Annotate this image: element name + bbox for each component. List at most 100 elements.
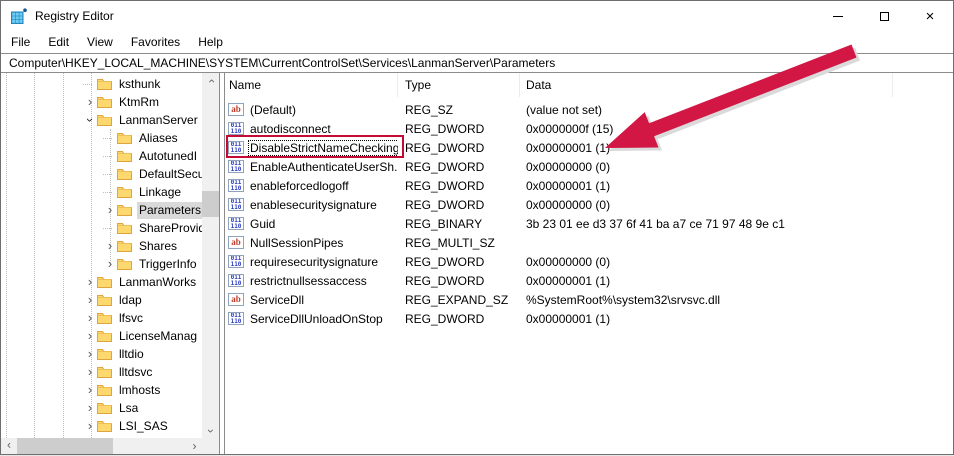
- tree-item-lfsvc[interactable]: ›lfsvc: [1, 309, 202, 327]
- tree-item-licensemanag[interactable]: › LicenseManag: [1, 327, 202, 345]
- dword-icon-text: 110: [231, 205, 242, 211]
- tree-item-lmhosts[interactable]: › lmhosts: [1, 381, 202, 399]
- menu-item-file[interactable]: File: [2, 32, 39, 52]
- tree-item-label: LicenseManag: [117, 328, 200, 345]
- tree-item-aliases[interactable]: Aliases: [1, 129, 202, 147]
- folder-icon: [117, 240, 132, 252]
- folder-icon: [117, 186, 132, 198]
- chevron-right-icon[interactable]: ›: [83, 419, 97, 433]
- value-row[interactable]: 011110requiresecuritysignatureREG_DWORD0…: [225, 252, 953, 271]
- tree-item-lanmanserver[interactable]: ›LanmanServer: [1, 111, 202, 129]
- menu-item-favorites[interactable]: Favorites: [122, 32, 189, 52]
- tree-item-ksthunk[interactable]: ksthunk: [1, 75, 202, 93]
- scroll-left-icon[interactable]: ›: [1, 438, 16, 454]
- value-name-cell: 011110EnableAuthenticateUserSh...: [225, 160, 398, 174]
- tree-item-lsa[interactable]: › Lsa: [1, 399, 202, 417]
- tree-item-label: lmhosts: [117, 382, 163, 399]
- menu-item-view[interactable]: View: [78, 32, 122, 52]
- close-button[interactable]: ×: [907, 1, 953, 31]
- column-header-data[interactable]: Data: [520, 73, 893, 97]
- value-type: REG_DWORD: [398, 312, 520, 326]
- title-bar[interactable]: Registry Editor ×: [1, 1, 953, 31]
- tree-item-lltdio[interactable]: ›lltdio: [1, 345, 202, 363]
- close-icon: ×: [926, 9, 935, 24]
- value-data: %SystemRoot%\system32\srvsvc.dll: [520, 293, 953, 307]
- main-area: ksthunk›KtmRm›LanmanServerAliasesAutotun…: [1, 73, 953, 454]
- values-pane: Name Type Data ab(Default)REG_SZ(value n…: [224, 73, 953, 454]
- tree-item-label: TriggerInfo: [137, 256, 200, 273]
- dword-icon-text: 110: [231, 148, 242, 154]
- value-data: 0x00000000 (0): [520, 255, 953, 269]
- column-header-type[interactable]: Type: [398, 73, 520, 97]
- minimize-button[interactable]: [815, 1, 861, 31]
- chevron-right-icon[interactable]: ›: [103, 203, 117, 217]
- value-row[interactable]: abServiceDllREG_EXPAND_SZ%SystemRoot%\sy…: [225, 290, 953, 309]
- tree-item-label: LanmanWorks: [117, 274, 199, 291]
- value-list: ab(Default)REG_SZ(value not set)011110au…: [225, 100, 953, 328]
- tree-vertical-scrollbar[interactable]: › ›: [202, 73, 219, 438]
- chevron-right-icon[interactable]: ›: [83, 293, 97, 307]
- value-name-cell: 011110Guid: [225, 217, 398, 231]
- menu-item-help[interactable]: Help: [189, 32, 232, 52]
- value-row[interactable]: 011110enablesecuritysignatureREG_DWORD0x…: [225, 195, 953, 214]
- tree-item-autotunedi[interactable]: AutotunedI: [1, 147, 202, 165]
- value-name: EnableAuthenticateUserSh...: [248, 160, 398, 174]
- column-header-name[interactable]: Name: [225, 73, 398, 97]
- tree-item-shares[interactable]: ›Shares: [1, 237, 202, 255]
- folder-icon: [117, 258, 132, 270]
- chevron-right-icon[interactable]: ›: [83, 401, 97, 415]
- value-name: requiresecuritysignature: [248, 255, 380, 269]
- chevron-right-icon[interactable]: ›: [103, 257, 117, 271]
- tree-item-ldap[interactable]: ›ldap: [1, 291, 202, 309]
- chevron-right-icon[interactable]: ›: [83, 275, 97, 289]
- value-row[interactable]: abNullSessionPipesREG_MULTI_SZ: [225, 233, 953, 252]
- maximize-button[interactable]: [861, 1, 907, 31]
- value-row[interactable]: ab(Default)REG_SZ(value not set): [225, 100, 953, 119]
- chevron-right-icon[interactable]: ›: [83, 365, 97, 379]
- value-name-cell: 011110requiresecuritysignature: [225, 255, 398, 269]
- vertical-scroll-thumb[interactable]: [202, 191, 219, 217]
- value-type: REG_DWORD: [398, 141, 520, 155]
- tree-item-lltdsvc[interactable]: ›lltdsvc: [1, 363, 202, 381]
- tree-item-triggerinfo[interactable]: › TriggerInfo: [1, 255, 202, 273]
- dword-value-icon: 011110: [228, 141, 244, 154]
- value-row[interactable]: 011110ServiceDllUnloadOnStopREG_DWORD0x0…: [225, 309, 953, 328]
- chevron-right-icon[interactable]: ›: [103, 239, 117, 253]
- value-row[interactable]: 011110EnableAuthenticateUserSh...REG_DWO…: [225, 157, 953, 176]
- menu-item-edit[interactable]: Edit: [39, 32, 78, 52]
- value-row[interactable]: 011110autodisconnectREG_DWORD0x0000000f …: [225, 119, 953, 138]
- dword-value-icon: 011110: [228, 122, 244, 135]
- tree-item-lanmanworks[interactable]: › LanmanWorks: [1, 273, 202, 291]
- tree-item-ktmrm[interactable]: ›KtmRm: [1, 93, 202, 111]
- window-title: Registry Editor: [35, 9, 114, 23]
- string-value-icon: ab: [228, 236, 244, 249]
- tree-horizontal-scrollbar[interactable]: › ›: [1, 438, 202, 454]
- scroll-right-icon[interactable]: ›: [187, 438, 202, 454]
- value-name-cell: 011110restrictnullsessaccess: [225, 274, 398, 288]
- scroll-up-icon[interactable]: ›: [202, 73, 219, 88]
- value-type: REG_SZ: [398, 103, 520, 117]
- tree-item-parameters[interactable]: ›Parameters: [1, 201, 202, 219]
- tree-connector: [103, 174, 112, 175]
- value-row[interactable]: 011110DisableStrictNameCheckingREG_DWORD…: [225, 138, 953, 157]
- address-bar[interactable]: Computer\HKEY_LOCAL_MACHINE\SYSTEM\Curre…: [1, 53, 953, 73]
- tree-item-defaultsecu[interactable]: DefaultSecu: [1, 165, 202, 183]
- chevron-right-icon[interactable]: ›: [83, 329, 97, 343]
- dword-icon-text: 110: [231, 262, 242, 268]
- value-row[interactable]: 011110GuidREG_BINARY3b 23 01 ee d3 37 6f…: [225, 214, 953, 233]
- tree-item-label: Lsa: [117, 400, 141, 417]
- value-row[interactable]: 011110restrictnullsessaccessREG_DWORD0x0…: [225, 271, 953, 290]
- chevron-right-icon[interactable]: ›: [83, 95, 97, 109]
- tree-item-shareprovid[interactable]: ShareProvid: [1, 219, 202, 237]
- tree-item-lsi_sas[interactable]: ›LSI_SAS: [1, 417, 202, 435]
- value-row[interactable]: 011110enableforcedlogoffREG_DWORD0x00000…: [225, 176, 953, 195]
- menu-bar: FileEditViewFavoritesHelp: [1, 31, 953, 53]
- horizontal-scroll-thumb[interactable]: [17, 438, 113, 454]
- chevron-right-icon[interactable]: ›: [83, 311, 97, 325]
- chevron-right-icon[interactable]: ›: [83, 383, 97, 397]
- chevron-right-icon[interactable]: ›: [83, 347, 97, 361]
- tree-item-linkage[interactable]: Linkage: [1, 183, 202, 201]
- value-name: enablesecuritysignature: [248, 198, 379, 212]
- chevron-down-icon[interactable]: ›: [83, 113, 97, 127]
- scroll-down-icon[interactable]: ›: [202, 423, 219, 438]
